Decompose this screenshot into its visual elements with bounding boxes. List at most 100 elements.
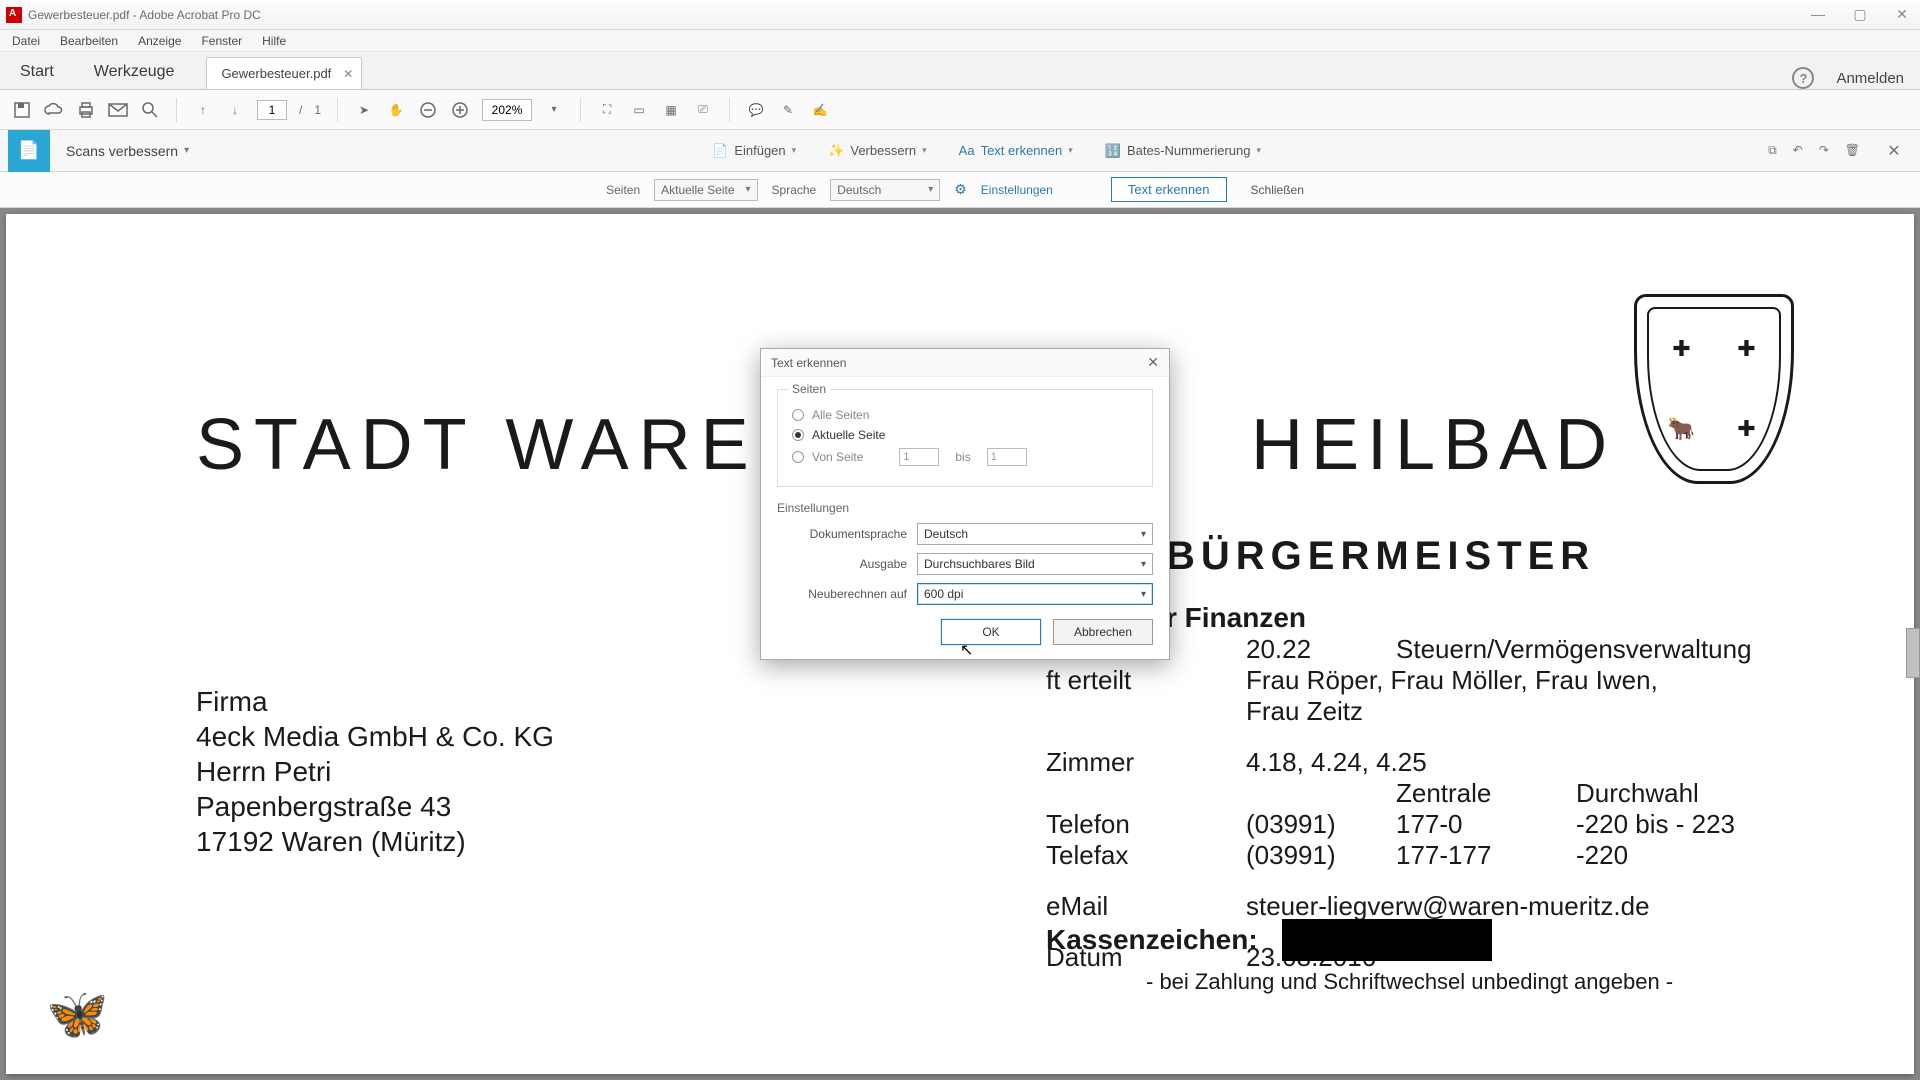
radio-current-page[interactable]: Aktuelle Seite bbox=[792, 428, 1138, 442]
chevron-down-icon: ▾ bbox=[184, 145, 189, 156]
combo-value: Durchsuchbares Bild bbox=[924, 557, 1035, 571]
pages-select[interactable]: Aktuelle Seite bbox=[654, 179, 757, 201]
search-icon[interactable] bbox=[140, 100, 160, 120]
pages-select-value: Aktuelle Seite bbox=[661, 183, 734, 197]
bates-icon: 🔢 bbox=[1105, 143, 1121, 159]
fit-page-icon[interactable]: ▭ bbox=[629, 100, 649, 120]
hand-tool-icon[interactable]: ✋ bbox=[386, 100, 406, 120]
crop-icon[interactable]: ⧉ bbox=[1768, 143, 1777, 158]
mail-icon[interactable] bbox=[108, 100, 128, 120]
app-icon bbox=[6, 7, 22, 23]
settings-link[interactable]: Einstellungen bbox=[981, 183, 1053, 197]
language-select[interactable]: Deutsch bbox=[830, 179, 940, 201]
output-select[interactable]: Durchsuchbares Bild bbox=[917, 553, 1153, 575]
ribbon-bates[interactable]: 🔢Bates-Nummerierung▾ bbox=[1099, 139, 1267, 163]
rotate-right-icon[interactable]: ↷ bbox=[1819, 143, 1829, 158]
info-key: Telefax bbox=[1046, 840, 1246, 871]
prev-page-icon[interactable]: ↑ bbox=[193, 100, 213, 120]
tab-close-icon[interactable]: ✕ bbox=[343, 67, 353, 81]
language-label: Sprache bbox=[772, 183, 817, 197]
enhance-scans-tile-icon[interactable]: 📄 bbox=[8, 130, 50, 172]
zoom-in-icon[interactable] bbox=[450, 100, 470, 120]
sign-in-link[interactable]: Anmelden bbox=[1836, 70, 1904, 87]
minimize-button[interactable]: — bbox=[1806, 6, 1830, 23]
zoom-dropdown-icon[interactable]: ▾ bbox=[544, 100, 564, 120]
rotate-left-icon[interactable]: ↶ bbox=[1793, 143, 1803, 158]
redacted-box bbox=[1282, 919, 1492, 961]
save-icon[interactable] bbox=[12, 100, 32, 120]
read-mode-icon[interactable]: ⎚ bbox=[693, 100, 713, 120]
tool-name-dropdown[interactable]: Scans verbessern ▾ bbox=[50, 143, 205, 159]
tab-tools[interactable]: Werkzeuge bbox=[74, 53, 195, 89]
print-icon[interactable] bbox=[76, 100, 96, 120]
ok-button[interactable]: OK bbox=[941, 619, 1041, 645]
menu-bar: Datei Bearbeiten Anzeige Fenster Hilfe bbox=[0, 30, 1920, 52]
info-val: 177-0 bbox=[1396, 809, 1576, 840]
main-toolbar: ↑ ↓ / 1 ➤ ✋ ▾ ⛶ ▭ ▦ ⎚ 💬 ✎ ✍ bbox=[0, 90, 1920, 130]
ribbon-insert-label: Einfügen bbox=[734, 143, 785, 158]
menu-window[interactable]: Fenster bbox=[193, 32, 250, 50]
range-to-input[interactable] bbox=[987, 448, 1027, 466]
radio-page-range[interactable]: Von Seite bis bbox=[792, 448, 1138, 466]
zoom-out-icon[interactable] bbox=[418, 100, 438, 120]
comment-icon[interactable]: 💬 bbox=[746, 100, 766, 120]
info-val: -220 bis - 223 bbox=[1576, 809, 1796, 840]
ribbon-bates-label: Bates-Nummerierung bbox=[1127, 143, 1251, 158]
menu-edit[interactable]: Bearbeiten bbox=[52, 32, 126, 50]
signature-icon[interactable]: ✍ bbox=[810, 100, 830, 120]
settings-fieldset: Einstellungen Dokumentsprache Deutsch Au… bbox=[777, 501, 1153, 605]
insert-page-icon: 📄 bbox=[712, 143, 728, 159]
cloud-icon[interactable] bbox=[44, 100, 64, 120]
addr-line: Firma bbox=[196, 684, 554, 719]
cancel-button[interactable]: Abbrechen bbox=[1053, 619, 1153, 645]
delete-icon[interactable]: 🗑 bbox=[1845, 143, 1860, 158]
maximize-button[interactable]: ▢ bbox=[1848, 6, 1872, 23]
radio-label: Von Seite bbox=[812, 450, 863, 464]
enhance-icon: ✨ bbox=[828, 143, 844, 159]
window-titlebar: Gewerbesteuer.pdf - Adobe Acrobat Pro DC… bbox=[0, 0, 1920, 30]
range-to-label: bis bbox=[947, 450, 978, 464]
info-val: -220 bbox=[1576, 840, 1796, 871]
recognize-text-button[interactable]: Text erkennen bbox=[1111, 177, 1227, 202]
ribbon-ocr-label: Text erkennen bbox=[981, 143, 1063, 158]
info-val: (03991) bbox=[1246, 809, 1396, 840]
help-icon[interactable]: ? bbox=[1792, 67, 1814, 89]
tab-start[interactable]: Start bbox=[0, 53, 74, 89]
menu-help[interactable]: Hilfe bbox=[254, 32, 294, 50]
pointer-tool-icon[interactable]: ➤ bbox=[354, 100, 374, 120]
zoom-level-input[interactable] bbox=[482, 99, 532, 121]
gear-icon[interactable]: ⚙ bbox=[954, 181, 967, 198]
highlight-icon[interactable]: ✎ bbox=[778, 100, 798, 120]
ribbon-ocr[interactable]: AaText erkennen▾ bbox=[953, 139, 1079, 162]
close-window-button[interactable]: ✕ bbox=[1890, 6, 1914, 23]
vertical-scrollbar-thumb[interactable] bbox=[1906, 628, 1920, 678]
tool-ribbon: 📄 Scans verbessern ▾ 📄 Einfügen ▾ ✨ Verbess… bbox=[0, 130, 1920, 172]
fit-width-icon[interactable]: ⛶ bbox=[597, 100, 617, 120]
info-val: Frau Röper, Frau Möller, Frau Iwen, Frau… bbox=[1246, 665, 1666, 727]
range-from-input[interactable] bbox=[899, 448, 939, 466]
info-val: 20.22 bbox=[1246, 634, 1396, 665]
doc-language-select[interactable]: Deutsch bbox=[917, 523, 1153, 545]
ribbon-insert[interactable]: 📄Einfügen▾ bbox=[706, 139, 802, 163]
menu-view[interactable]: Anzeige bbox=[130, 32, 189, 50]
document-tab-row: Start Werkzeuge Gewerbesteuer.pdf ✕ ? An… bbox=[0, 52, 1920, 90]
page-display-icon[interactable]: ▦ bbox=[661, 100, 681, 120]
doc-language-label: Dokumentsprache bbox=[777, 527, 917, 541]
ribbon-improve-label: Verbessern bbox=[850, 143, 916, 158]
ribbon-improve[interactable]: ✨Verbessern▾ bbox=[822, 139, 932, 163]
menu-file[interactable]: Datei bbox=[4, 32, 48, 50]
toolbar-separator bbox=[337, 98, 338, 122]
close-tool-button[interactable]: ✕ bbox=[1876, 141, 1912, 161]
downsample-select[interactable]: 600 dpi bbox=[917, 583, 1153, 605]
recognize-text-dialog: Text erkennen ✕ Seiten Alle Seiten Aktue… bbox=[760, 348, 1170, 660]
radio-all-pages[interactable]: Alle Seiten bbox=[792, 408, 1138, 422]
close-subbar-link[interactable]: Schließen bbox=[1241, 179, 1314, 201]
page-number-input[interactable] bbox=[257, 100, 287, 120]
dialog-close-icon[interactable]: ✕ bbox=[1147, 354, 1159, 371]
toolbar-separator bbox=[176, 98, 177, 122]
next-page-icon[interactable]: ↓ bbox=[225, 100, 245, 120]
page-total: 1 bbox=[314, 103, 321, 117]
pages-legend: Seiten bbox=[788, 382, 830, 396]
radio-icon bbox=[792, 409, 804, 421]
tab-document[interactable]: Gewerbesteuer.pdf ✕ bbox=[206, 57, 362, 89]
